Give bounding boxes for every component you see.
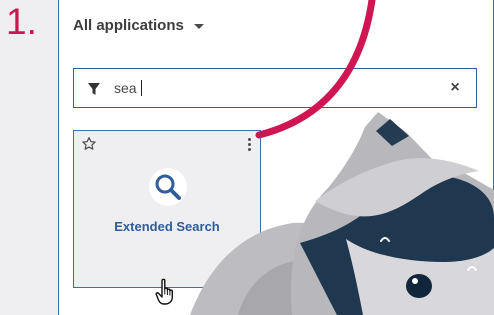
application-filter-label: All applications [73,16,184,34]
star-icon[interactable] [81,136,97,152]
search-input[interactable] [114,77,424,99]
hand-cursor-icon [155,278,173,305]
step-number: 1. [6,1,37,42]
application-tile-extended-search[interactable]: Extended Search [73,130,261,288]
more-vertical-icon[interactable] [248,138,252,154]
application-filter-dropdown[interactable]: All applications [73,14,204,36]
tutorial-screenshot: 1. All applications × Extended Search [0,0,494,315]
tile-label: Extended Search [114,219,220,234]
filter-icon [88,83,100,95]
magnifier-icon [149,168,187,206]
search-box[interactable]: × [73,68,477,108]
chevron-down-icon [193,23,204,29]
close-icon[interactable]: × [447,80,463,96]
text-caret [141,80,142,96]
